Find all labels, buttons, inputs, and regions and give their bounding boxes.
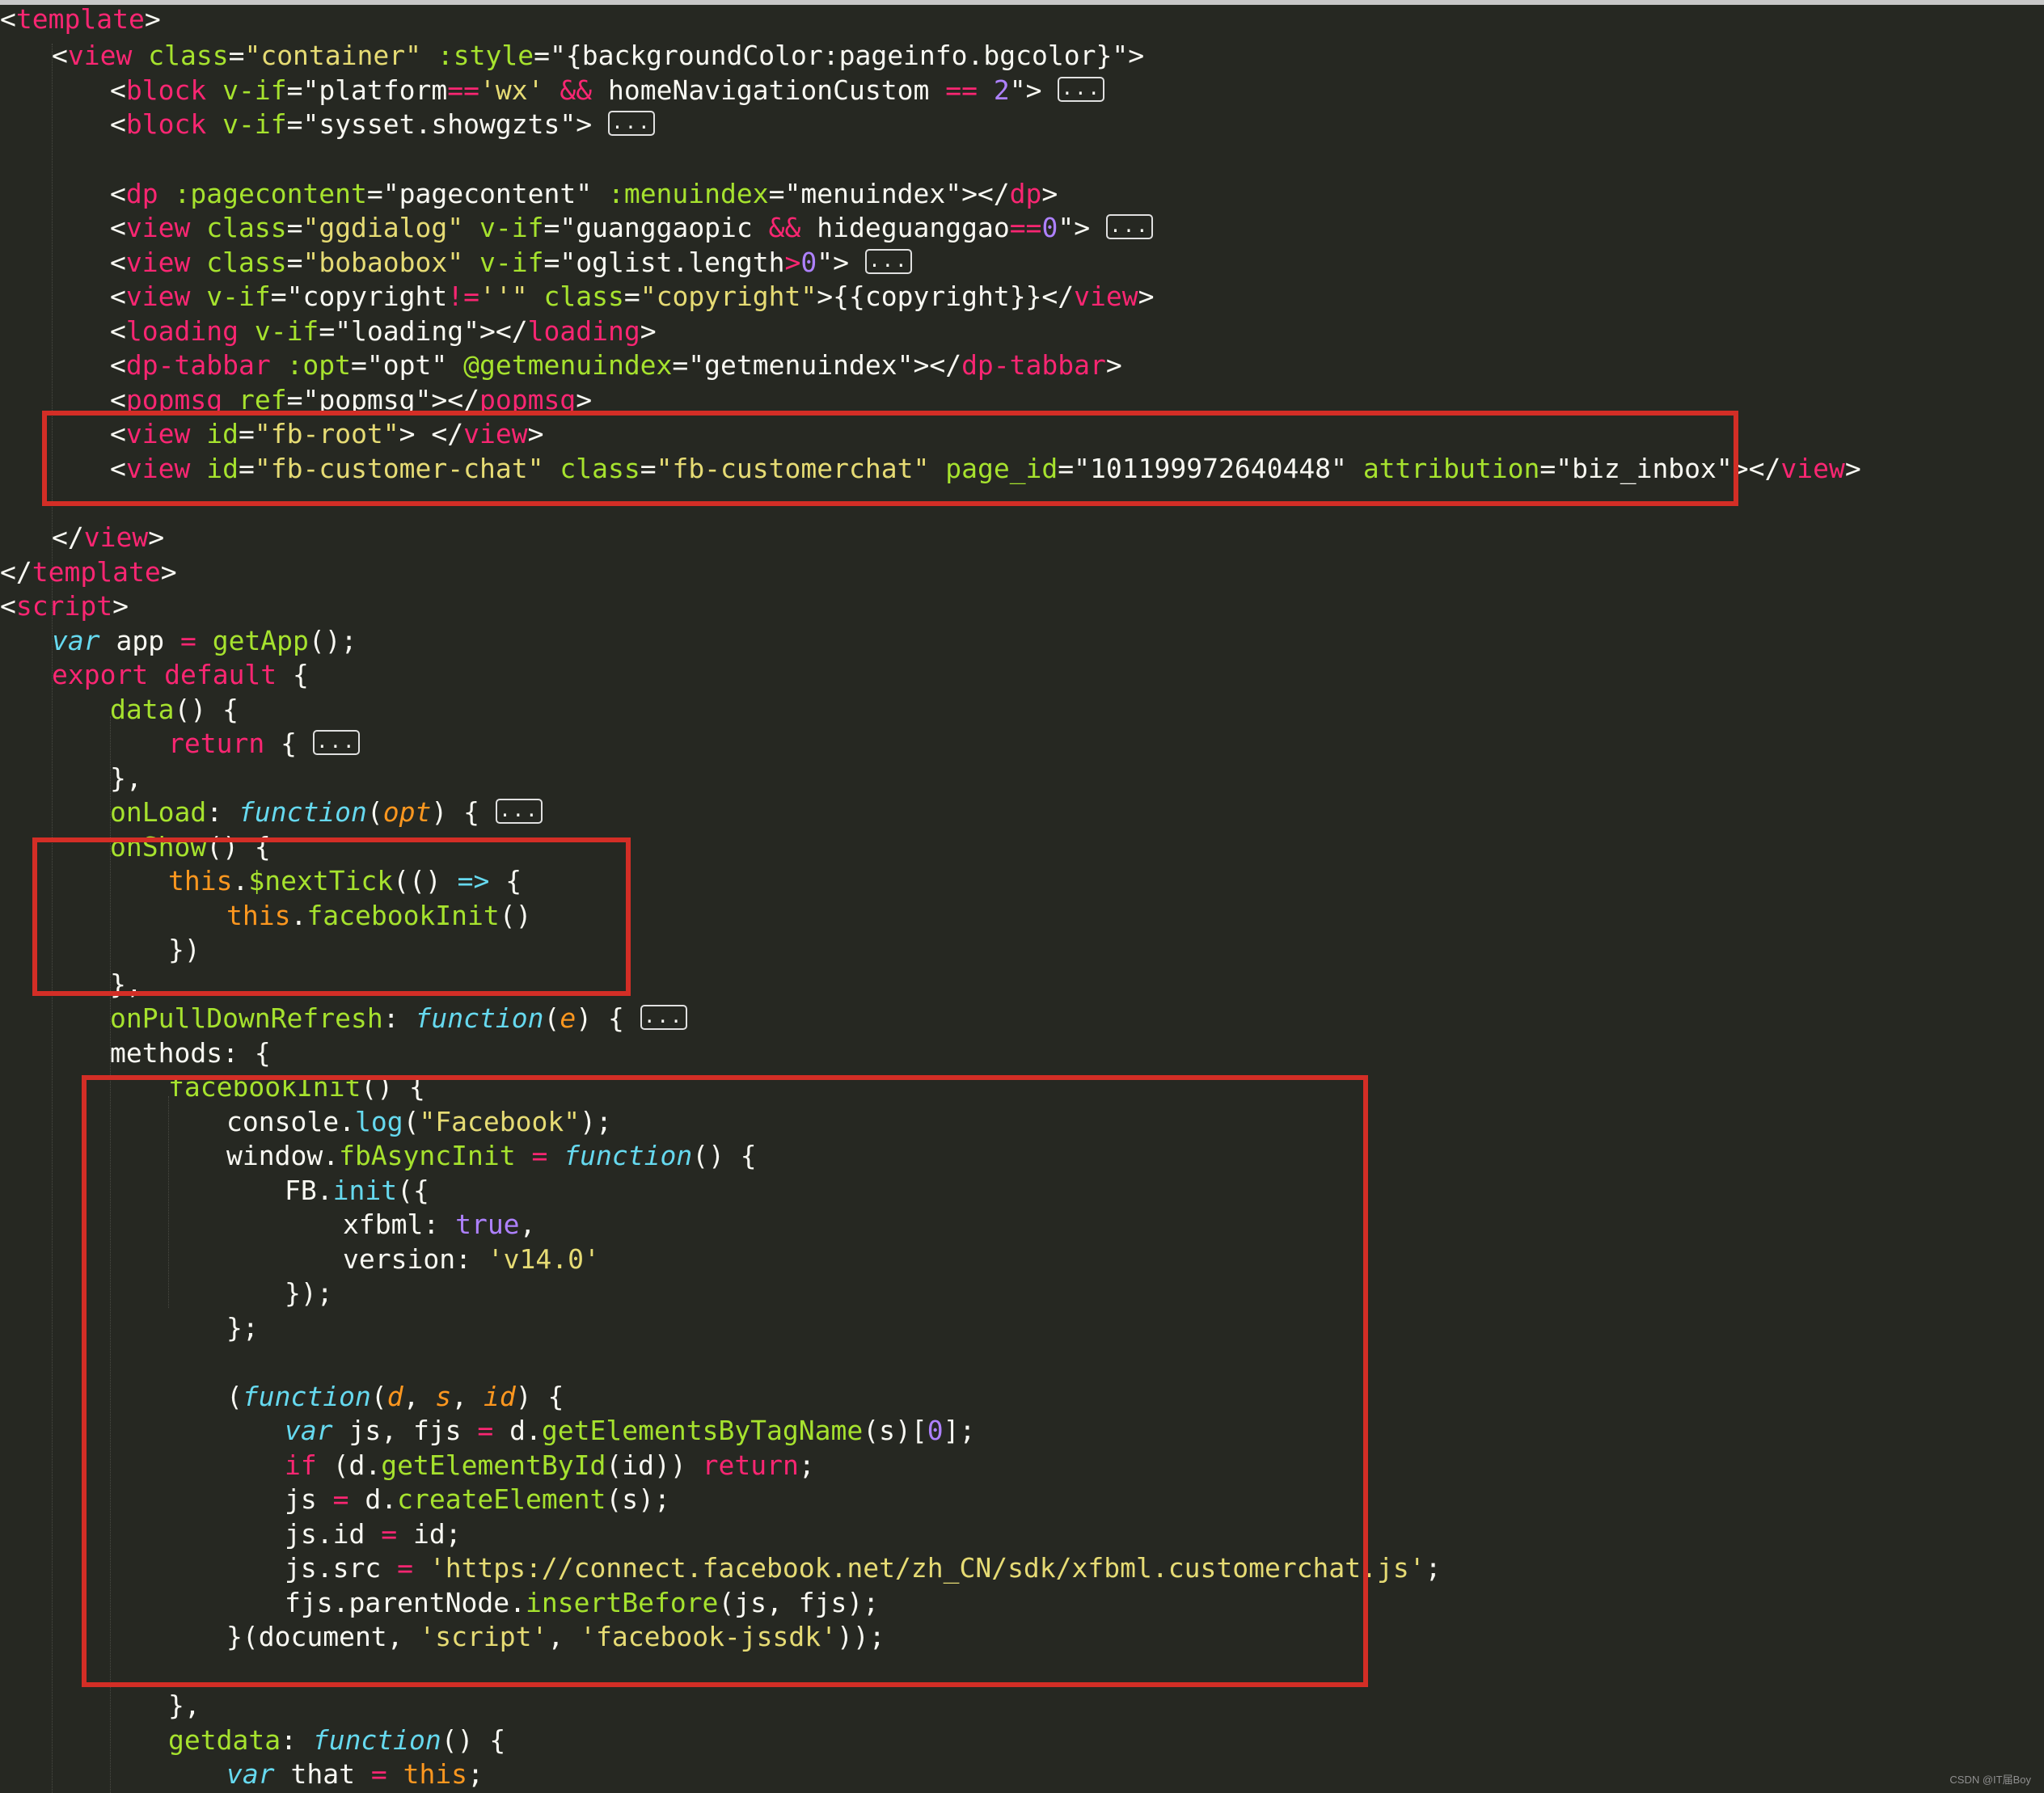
code-line: }, <box>110 968 142 1000</box>
code-line: <view id="fb-root"> </view> <box>110 418 544 449</box>
code-line: js.src = 'https://connect.facebook.net/z… <box>285 1552 1442 1584</box>
code-line: fjs.parentNode.insertBefore(js, fjs); <box>285 1587 880 1618</box>
code-line: methods: { <box>110 1037 271 1069</box>
code-line: var that = this; <box>226 1758 484 1790</box>
fold-marker[interactable]: ... <box>1105 214 1153 239</box>
code-editor[interactable]: <template> <view class="container" :styl… <box>0 0 2044 1793</box>
code-line: window.fbAsyncInit = function() { <box>226 1140 757 1171</box>
code-line: getdata: function() { <box>168 1724 506 1756</box>
code-line: }) <box>168 934 201 965</box>
fold-marker[interactable]: ... <box>312 730 360 755</box>
code-line: <view class="container" :style="{backgro… <box>52 40 1145 71</box>
fold-marker[interactable]: ... <box>607 111 655 136</box>
code-line: var js, fjs = d.getElementsByTagName(s)[… <box>285 1415 976 1446</box>
code-line: <template> <box>0 3 161 35</box>
watermark: CSDN @IT届Boy <box>1949 1774 2031 1786</box>
code-line: this.facebookInit() <box>226 900 532 931</box>
fold-marker[interactable]: ... <box>864 249 912 274</box>
code-line: export default { <box>52 659 309 690</box>
fold-marker[interactable]: ... <box>1058 77 1105 102</box>
code-line: return { ... <box>168 727 360 761</box>
code-line: var app = getApp(); <box>52 625 357 656</box>
code-line: onLoad: function(opt) { ... <box>110 795 543 830</box>
code-line: this.$nextTick(() => { <box>168 865 522 897</box>
code-line: data() { <box>110 694 239 725</box>
code-line: <block v-if="sysset.showgzts"> ... <box>110 108 655 142</box>
fold-marker[interactable]: ... <box>640 1005 687 1030</box>
code-line: xfbml: true, <box>343 1209 536 1240</box>
code-line: js.id = id; <box>285 1518 462 1550</box>
code-line: </view> <box>52 521 165 553</box>
code-line: <script> <box>0 590 129 622</box>
code-line: <view class="ggdialog" v-if="guanggaopic… <box>110 211 1153 246</box>
code-line: version: 'v14.0' <box>343 1243 600 1275</box>
code-line: }, <box>110 762 142 794</box>
code-line: if (d.getElementById(id)) return; <box>285 1449 815 1481</box>
code-line: }); <box>285 1277 333 1309</box>
code-line: console.log("Facebook"); <box>226 1106 612 1137</box>
code-line: </template> <box>0 556 177 588</box>
code-line: <block v-if="platform=='wx' && homeNavig… <box>110 74 1105 108</box>
code-line: <view id="fb-customer-chat" class="fb-cu… <box>110 453 1861 484</box>
code-line: <dp-tabbar :opt="opt" @getmenuindex="get… <box>110 349 1122 381</box>
code-line: FB.init({ <box>285 1175 429 1206</box>
code-lines[interactable]: <template> <view class="container" :styl… <box>0 3 2044 1793</box>
code-line: (function(d, s, id) { <box>226 1381 564 1412</box>
code-line: }(document, 'script', 'facebook-jssdk'))… <box>226 1621 885 1652</box>
code-line: <popmsg ref="popmsg"></popmsg> <box>110 384 593 416</box>
code-line: <view class="bobaobox" v-if="oglist.leng… <box>110 246 912 281</box>
code-line: }; <box>226 1312 259 1344</box>
code-line: onPullDownRefresh: function(e) { ... <box>110 1002 687 1036</box>
code-line: }, <box>168 1690 201 1721</box>
code-line: <loading v-if="loading"></loading> <box>110 315 657 347</box>
code-line: <dp :pagecontent="pagecontent" :menuinde… <box>110 178 1058 209</box>
code-line: <view v-if="copyright!=''" class="copyri… <box>110 281 1155 312</box>
code-line: facebookInit() { <box>168 1071 425 1103</box>
code-line: js = d.createElement(s); <box>285 1483 670 1515</box>
fold-marker[interactable]: ... <box>495 799 543 824</box>
code-line: onShow() { <box>110 831 271 863</box>
